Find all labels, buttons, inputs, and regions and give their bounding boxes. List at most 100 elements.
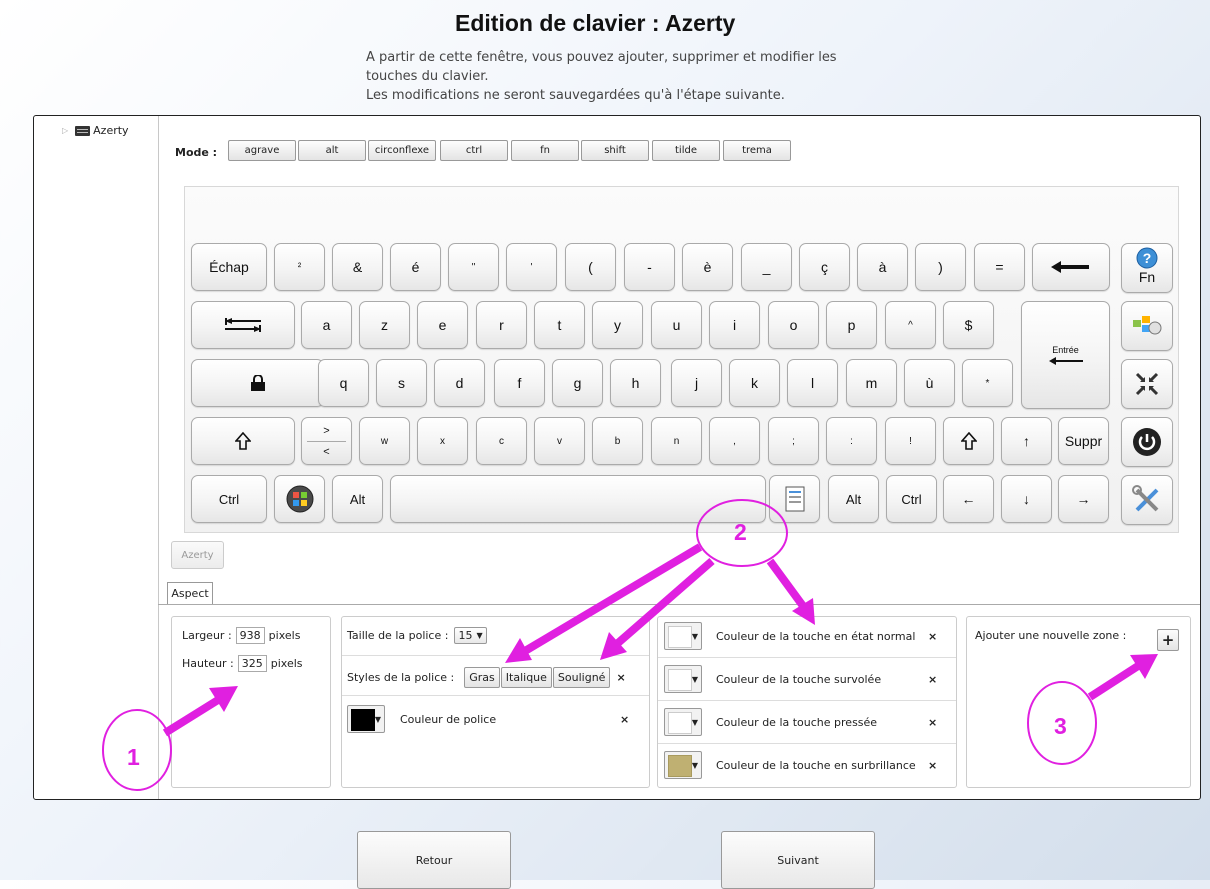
key-v[interactable]: v — [534, 417, 585, 465]
mode-button-tilde[interactable]: tilde — [652, 140, 720, 161]
width-input[interactable]: 938 — [235, 627, 265, 644]
key-asterisk[interactable]: * — [962, 359, 1013, 407]
mode-button-alt[interactable]: alt — [298, 140, 366, 161]
key-shift-left[interactable] — [191, 417, 295, 465]
key-d[interactable]: d — [434, 359, 485, 407]
clear-font-color-button[interactable]: × — [620, 713, 629, 726]
italic-button[interactable]: Italique — [500, 667, 552, 688]
key-circumflex[interactable]: ^ — [885, 301, 936, 349]
mode-button-circonflexe[interactable]: circonflexe — [368, 140, 436, 161]
key-b[interactable]: b — [592, 417, 643, 465]
clear-pressed-color-button[interactable]: × — [928, 716, 937, 729]
mode-button-ctrl[interactable]: ctrl — [440, 140, 508, 161]
key-l[interactable]: l — [787, 359, 838, 407]
key-resize[interactable] — [1121, 359, 1173, 409]
key-caps-lock[interactable] — [191, 359, 324, 407]
back-button[interactable]: Retour — [357, 831, 511, 889]
key-a[interactable]: a — [301, 301, 352, 349]
clear-normal-color-button[interactable]: × — [928, 630, 937, 643]
key-q[interactable]: q — [318, 359, 369, 407]
key-m[interactable]: m — [846, 359, 897, 407]
key-arrow-down[interactable]: ↓ — [1001, 475, 1052, 523]
layout-tab-azerty[interactable]: Azerty — [171, 541, 224, 569]
key-apostrophe[interactable]: ' — [506, 243, 557, 291]
key-k[interactable]: k — [729, 359, 780, 407]
key-z[interactable]: z — [359, 301, 410, 349]
key-open-paren[interactable]: ( — [565, 243, 616, 291]
key-n[interactable]: n — [651, 417, 702, 465]
key-e-grave[interactable]: è — [682, 243, 733, 291]
key-hyphen[interactable]: - — [624, 243, 675, 291]
clear-highlight-color-button[interactable]: × — [928, 759, 937, 772]
key-ctrl-right[interactable]: Ctrl — [886, 475, 937, 523]
key-close-paren[interactable]: ) — [915, 243, 966, 291]
key-g[interactable]: g — [552, 359, 603, 407]
key-e-acute[interactable]: é — [390, 243, 441, 291]
key-power[interactable] — [1121, 417, 1173, 467]
bold-button[interactable]: Gras — [464, 667, 500, 688]
height-input[interactable]: 325 — [237, 655, 267, 672]
clear-hover-color-button[interactable]: × — [928, 673, 937, 686]
key-o[interactable]: o — [768, 301, 819, 349]
key-enter[interactable]: Entrée — [1021, 301, 1110, 409]
key-c[interactable]: c — [476, 417, 527, 465]
tree-item-azerty[interactable]: ▷ Azerty — [62, 124, 129, 137]
mode-button-trema[interactable]: trema — [723, 140, 791, 161]
key-alt-left[interactable]: Alt — [332, 475, 383, 523]
key-context-menu[interactable] — [769, 475, 820, 523]
key-semicolon[interactable]: ; — [768, 417, 819, 465]
pressed-color-picker[interactable]: ▼ — [664, 708, 702, 736]
key-colon[interactable]: : — [826, 417, 877, 465]
key-u[interactable]: u — [651, 301, 702, 349]
key-toolbox[interactable] — [1121, 301, 1173, 351]
mode-button-fn[interactable]: fn — [511, 140, 579, 161]
highlight-color-picker[interactable]: ▼ — [664, 751, 702, 779]
key-s[interactable]: s — [376, 359, 427, 407]
key-exclamation[interactable]: ! — [885, 417, 936, 465]
key-ampersand[interactable]: & — [332, 243, 383, 291]
key-equals[interactable]: = — [974, 243, 1025, 291]
mode-button-agrave[interactable]: agrave — [228, 140, 296, 161]
key-arrow-left[interactable]: ← — [943, 475, 994, 523]
underline-button[interactable]: Souligné — [552, 667, 611, 688]
key-arrow-right[interactable]: → — [1058, 475, 1109, 523]
clear-style-button[interactable]: × — [616, 671, 625, 684]
key-space[interactable] — [390, 475, 766, 523]
key-f[interactable]: f — [494, 359, 545, 407]
key-underscore[interactable]: _ — [741, 243, 792, 291]
next-button[interactable]: Suivant — [721, 831, 875, 889]
mode-button-shift[interactable]: shift — [581, 140, 649, 161]
key-fn[interactable]: ? Fn — [1121, 243, 1173, 293]
key-y[interactable]: y — [592, 301, 643, 349]
key-h[interactable]: h — [610, 359, 661, 407]
hover-color-picker[interactable]: ▼ — [664, 665, 702, 693]
key-e[interactable]: e — [417, 301, 468, 349]
key-j[interactable]: j — [671, 359, 722, 407]
key-u-grave[interactable]: ù — [904, 359, 955, 407]
key-p[interactable]: p — [826, 301, 877, 349]
key-c-cedilla[interactable]: ç — [799, 243, 850, 291]
key-arrow-up[interactable]: ↑ — [1001, 417, 1052, 465]
key-w[interactable]: w — [359, 417, 410, 465]
key-windows[interactable] — [274, 475, 325, 523]
key-shift-right[interactable] — [943, 417, 994, 465]
tab-aspect[interactable]: Aspect — [167, 582, 213, 604]
key-settings[interactable] — [1121, 475, 1173, 525]
key-superscript-two[interactable]: ² — [274, 243, 325, 291]
key-tab[interactable] — [191, 301, 295, 349]
key-angle-brackets[interactable]: > < — [301, 417, 352, 465]
key-a-grave[interactable]: à — [857, 243, 908, 291]
key-ctrl-left[interactable]: Ctrl — [191, 475, 267, 523]
key-suppr[interactable]: Suppr — [1058, 417, 1109, 465]
key-i[interactable]: i — [709, 301, 760, 349]
key-x[interactable]: x — [417, 417, 468, 465]
key-alt-right[interactable]: Alt — [828, 475, 879, 523]
font-color-picker[interactable]: ▼ — [347, 705, 385, 733]
key-backspace[interactable] — [1032, 243, 1110, 291]
key-t[interactable]: t — [534, 301, 585, 349]
key-double-quote[interactable]: " — [448, 243, 499, 291]
key-dollar[interactable]: $ — [943, 301, 994, 349]
font-size-select[interactable]: 15 ▼ — [454, 627, 487, 644]
expand-arrow-icon[interactable]: ▷ — [62, 126, 68, 135]
key-r[interactable]: r — [476, 301, 527, 349]
